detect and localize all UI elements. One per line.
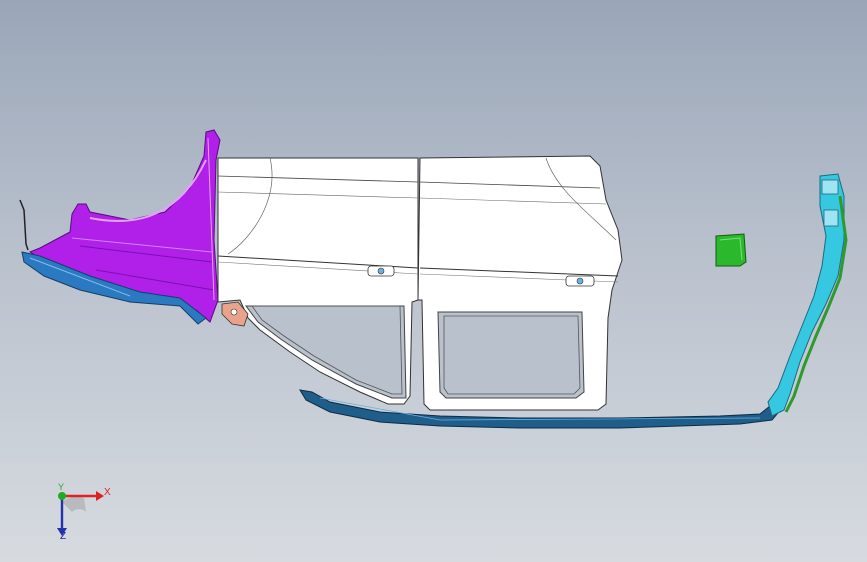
model-scene[interactable]: [0, 0, 867, 562]
rear-door-part[interactable]: [417, 155, 623, 411]
front-door-part[interactable]: [217, 157, 419, 405]
cad-viewport[interactable]: X Z Y: [0, 0, 867, 562]
rear-pillar-part[interactable]: [767, 173, 848, 417]
y-axis-label: Y: [58, 482, 65, 492]
front-wire-part[interactable]: [19, 199, 29, 251]
z-axis-label: Z: [60, 531, 67, 542]
axis-triad: X Z Y: [44, 482, 114, 546]
fuel-flap-part[interactable]: [715, 233, 747, 267]
x-axis-label: X: [104, 487, 111, 498]
